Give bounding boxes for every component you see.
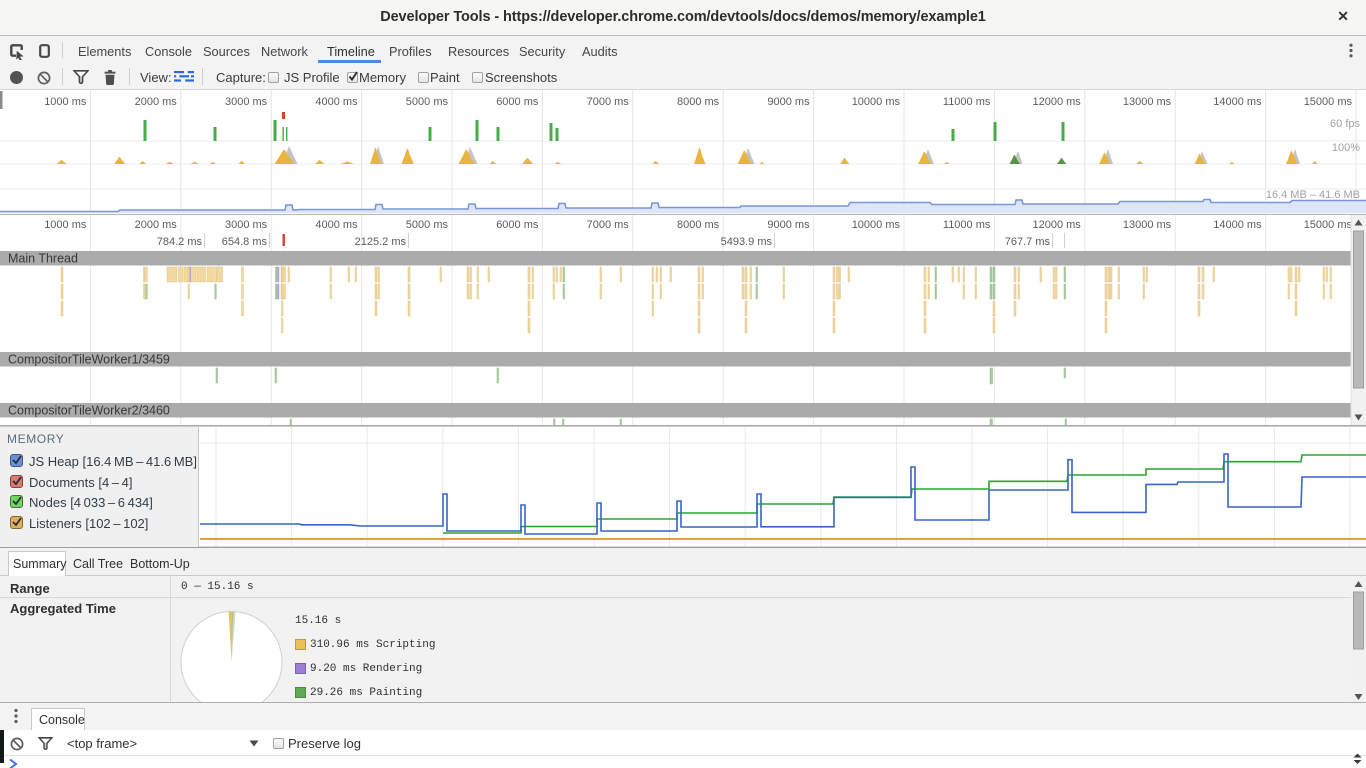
svg-text:10000 ms: 10000 ms bbox=[852, 219, 901, 231]
svg-text:5000 ms: 5000 ms bbox=[406, 219, 449, 231]
svg-text:CompositorTileWorker2/3460: CompositorTileWorker2/3460 bbox=[8, 404, 170, 418]
svg-text:5493.9 ms: 5493.9 ms bbox=[721, 236, 773, 248]
svg-text:3000 ms: 3000 ms bbox=[225, 219, 268, 231]
svg-text:9000 ms: 9000 ms bbox=[767, 96, 810, 108]
svg-text:11000 ms: 11000 ms bbox=[943, 96, 991, 108]
svg-text:784.2 ms: 784.2 ms bbox=[157, 236, 203, 248]
svg-text:14000 ms: 14000 ms bbox=[1213, 219, 1262, 231]
svg-text:2000 ms: 2000 ms bbox=[135, 219, 178, 231]
svg-text:14000 ms: 14000 ms bbox=[1213, 96, 1262, 108]
svg-text:15000 ms: 15000 ms bbox=[1304, 96, 1353, 108]
svg-text:7000 ms: 7000 ms bbox=[587, 96, 630, 108]
svg-text:12000 ms: 12000 ms bbox=[1032, 96, 1081, 108]
svg-text:13000 ms: 13000 ms bbox=[1123, 219, 1172, 231]
svg-text:CompositorTileWorker1/3459: CompositorTileWorker1/3459 bbox=[8, 353, 170, 367]
svg-text:60 fps: 60 fps bbox=[1330, 118, 1360, 130]
svg-text:8000 ms: 8000 ms bbox=[677, 219, 720, 231]
svg-text:4000 ms: 4000 ms bbox=[315, 96, 358, 108]
svg-text:16.4 MB – 41.6 MB: 16.4 MB – 41.6 MB bbox=[1266, 189, 1360, 201]
svg-text:6000 ms: 6000 ms bbox=[496, 96, 539, 108]
svg-text:100%: 100% bbox=[1332, 142, 1360, 154]
svg-text:654.8 ms: 654.8 ms bbox=[222, 236, 268, 248]
svg-text:6000 ms: 6000 ms bbox=[496, 219, 539, 231]
svg-text:15000 ms: 15000 ms bbox=[1304, 219, 1353, 231]
svg-text:11000 ms: 11000 ms bbox=[943, 219, 991, 231]
svg-text:767.7 ms: 767.7 ms bbox=[1005, 236, 1051, 248]
svg-text:5000 ms: 5000 ms bbox=[406, 96, 449, 108]
svg-text:1000 ms: 1000 ms bbox=[44, 96, 87, 108]
svg-text:2125.2 ms: 2125.2 ms bbox=[355, 236, 407, 248]
svg-text:3000 ms: 3000 ms bbox=[225, 96, 268, 108]
svg-text:9000 ms: 9000 ms bbox=[767, 219, 810, 231]
svg-text:13000 ms: 13000 ms bbox=[1123, 96, 1172, 108]
svg-text:4000 ms: 4000 ms bbox=[315, 219, 358, 231]
svg-text:2000 ms: 2000 ms bbox=[135, 96, 178, 108]
svg-text:1000 ms: 1000 ms bbox=[44, 219, 87, 231]
svg-text:12000 ms: 12000 ms bbox=[1032, 219, 1081, 231]
svg-text:7000 ms: 7000 ms bbox=[587, 219, 630, 231]
svg-text:Main Thread: Main Thread bbox=[8, 252, 78, 266]
svg-text:10000 ms: 10000 ms bbox=[852, 96, 901, 108]
svg-text:8000 ms: 8000 ms bbox=[677, 96, 720, 108]
